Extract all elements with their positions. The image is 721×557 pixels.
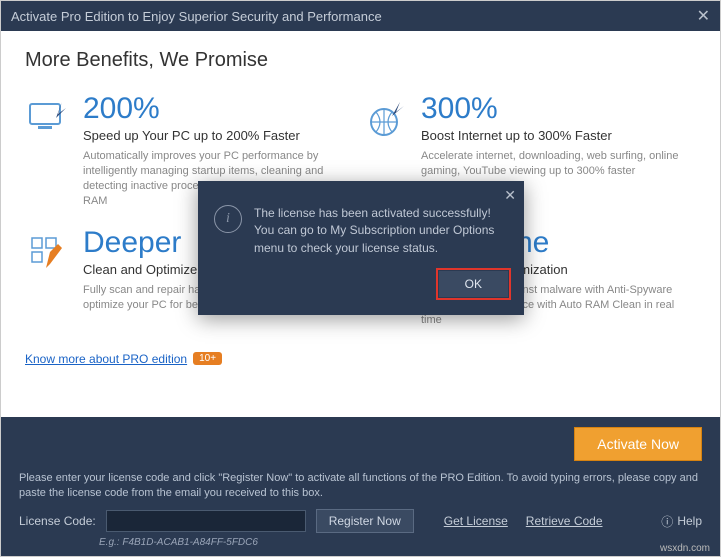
help-icon: ⓘ [661, 513, 673, 530]
license-row: License Code: Register Now Get License R… [19, 509, 702, 533]
activation-success-dialog: ✕ i The license has been activated succe… [198, 181, 524, 315]
dialog-line2: You can go to My Subscription under Opti… [254, 222, 508, 257]
activation-window: Activate Pro Edition to Enjoy Superior S… [0, 0, 721, 557]
window-title: Activate Pro Edition to Enjoy Superior S… [11, 9, 382, 24]
info-icon: i [214, 205, 242, 233]
know-more-link[interactable]: Know more about PRO edition [25, 352, 187, 366]
help-label: Help [677, 514, 702, 528]
activate-row: Activate Now [19, 427, 702, 461]
benefit-sub: Speed up Your PC up to 200% Faster [83, 128, 345, 143]
license-example: E.g.: F4B1D-ACAB1-A84FF-5FDC6 [99, 537, 702, 548]
activate-now-button[interactable]: Activate Now [574, 427, 702, 461]
titlebar: Activate Pro Edition to Enjoy Superior S… [1, 1, 720, 31]
know-more-row: Know more about PRO edition 10+ [25, 352, 222, 366]
benefit-sub: Boost Internet up to 300% Faster [421, 128, 683, 143]
footer: Activate Now Please enter your license c… [1, 417, 720, 556]
license-label: License Code: [19, 514, 96, 528]
dialog-close-icon[interactable]: ✕ [504, 187, 516, 204]
dialog-line1: The license has been activated successfu… [254, 205, 508, 222]
register-now-button[interactable]: Register Now [316, 509, 414, 533]
dialog-body: i The license has been activated success… [198, 181, 524, 271]
dialog-footer: OK [198, 271, 524, 315]
ok-button[interactable]: OK [439, 271, 508, 297]
footer-links: Get License Retrieve Code [444, 514, 603, 528]
page-title: More Benefits, We Promise [25, 49, 696, 72]
benefit-desc: Accelerate internet, downloading, web su… [421, 149, 683, 179]
close-icon[interactable]: ✕ [697, 6, 710, 26]
benefit-headline: 200% [83, 94, 345, 124]
license-code-input[interactable] [106, 510, 306, 532]
footer-instruction: Please enter your license code and click… [19, 471, 702, 501]
dialog-message: The license has been activated successfu… [254, 205, 508, 257]
speed-icon [25, 94, 71, 140]
get-license-link[interactable]: Get License [444, 514, 508, 528]
globe-rocket-icon [363, 94, 409, 140]
benefit-headline: 300% [421, 94, 683, 124]
help-link[interactable]: ⓘ Help [661, 513, 702, 530]
retrieve-code-link[interactable]: Retrieve Code [526, 514, 603, 528]
watermark: wsxdn.com [660, 543, 710, 554]
badge-count: 10+ [193, 352, 222, 365]
broom-icon [25, 228, 71, 274]
